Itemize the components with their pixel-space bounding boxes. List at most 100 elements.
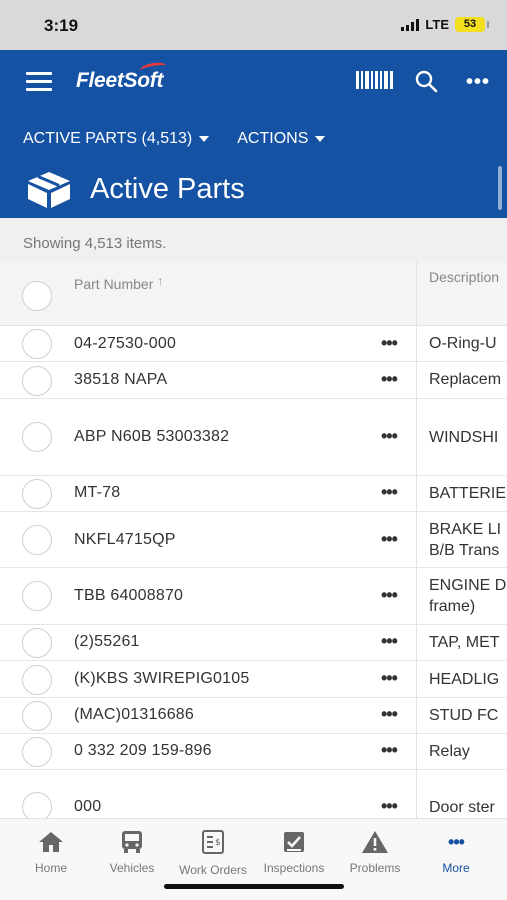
- scrollbar[interactable]: [498, 166, 502, 210]
- page-title: Active Parts: [90, 172, 245, 205]
- table-row[interactable]: ABP N60B 53003382 ••• WINDSHI: [0, 399, 507, 476]
- actions-dropdown-label: ACTIONS: [237, 130, 309, 147]
- nav-home-label: Home: [34, 861, 67, 875]
- row-checkbox[interactable]: [22, 525, 52, 555]
- more-icon[interactable]: •••: [466, 71, 490, 94]
- part-description: ENGINE Dframe): [429, 577, 507, 615]
- part-description: Door ster: [429, 799, 495, 816]
- part-description: STUD FC: [429, 707, 499, 724]
- sort-ascending-icon: ↑: [157, 274, 164, 288]
- column-divider: [416, 698, 417, 733]
- part-description: BRAKE LI B/B Trans: [429, 521, 502, 559]
- part-number: 04-27530-000: [74, 335, 177, 352]
- table-row[interactable]: NKFL4715QP ••• BRAKE LI B/B Trans: [0, 512, 507, 568]
- search-icon[interactable]: [414, 69, 438, 93]
- signal-icon: [401, 18, 420, 31]
- status-time: 3:19: [44, 16, 79, 35]
- nav-vehicles-label: Vehicles: [109, 861, 155, 875]
- row-more-icon[interactable]: •••: [381, 740, 398, 761]
- network-type: LTE: [425, 17, 449, 32]
- inspection-clipboard-icon: [254, 829, 334, 855]
- column-divider: [416, 362, 417, 398]
- bus-icon: [92, 829, 172, 855]
- caret-down-icon: [199, 136, 210, 142]
- part-number: (MAC)01316686: [74, 706, 194, 723]
- home-icon: [11, 829, 91, 855]
- table-row[interactable]: (K)KBS 3WIREPIG0105 ••• HEADLIG: [0, 661, 507, 698]
- row-checkbox[interactable]: [22, 737, 52, 767]
- table-row[interactable]: MT-78 ••• BATTERIE: [0, 476, 507, 512]
- app-header: FleetSoft ••• ACTIVE PARTS (4,513) ACTIO…: [0, 50, 507, 218]
- row-checkbox[interactable]: [22, 665, 52, 695]
- column-divider: [416, 399, 417, 475]
- nav-problems[interactable]: Problems: [335, 829, 415, 875]
- item-count-text: Showing 4,513 items.: [23, 235, 167, 252]
- part-number: MT-78: [74, 484, 121, 501]
- row-more-icon[interactable]: •••: [381, 668, 398, 689]
- fleetsoft-logo: FleetSoft: [76, 60, 167, 93]
- actions-dropdown[interactable]: ACTIONS: [237, 130, 326, 148]
- row-checkbox[interactable]: [22, 329, 52, 359]
- page-title-row: Active Parts: [24, 168, 245, 210]
- hamburger-menu-icon[interactable]: [26, 72, 52, 92]
- column-divider: [416, 476, 417, 511]
- home-indicator[interactable]: [164, 884, 344, 889]
- header-dropdowns: ACTIVE PARTS (4,513) ACTIONS: [23, 130, 326, 148]
- part-description: TAP, MET: [429, 634, 500, 651]
- row-checkbox[interactable]: [22, 701, 52, 731]
- more-icon: •••: [448, 831, 465, 852]
- table-row[interactable]: (2)55261 ••• TAP, MET: [0, 625, 507, 661]
- row-more-icon[interactable]: •••: [381, 585, 398, 606]
- row-more-icon[interactable]: •••: [381, 529, 398, 550]
- status-indicators: LTE 53: [401, 17, 489, 32]
- row-more-icon[interactable]: •••: [381, 369, 398, 390]
- active-parts-dropdown[interactable]: ACTIVE PARTS (4,513): [23, 130, 210, 148]
- row-more-icon[interactable]: •••: [381, 631, 398, 652]
- select-all-checkbox[interactable]: [22, 281, 52, 311]
- table-row[interactable]: 38518 NAPA ••• Replacem: [0, 362, 507, 399]
- row-checkbox[interactable]: [22, 581, 52, 611]
- barcode-icon[interactable]: [356, 71, 393, 89]
- table-header: Part Number ↑ Description: [0, 262, 507, 326]
- column-divider: [416, 661, 417, 697]
- part-number: (K)KBS 3WIREPIG0105: [74, 670, 250, 687]
- row-checkbox[interactable]: [22, 366, 52, 396]
- row-more-icon[interactable]: •••: [381, 482, 398, 503]
- work-order-icon: $: [173, 829, 253, 855]
- row-more-icon[interactable]: •••: [381, 796, 398, 817]
- parts-table: Part Number ↑ Description 04-27530-000 ••…: [0, 262, 507, 830]
- nav-home[interactable]: Home: [11, 829, 91, 875]
- table-row[interactable]: TBB 64008870 ••• ENGINE Dframe): [0, 568, 507, 625]
- part-number-header-label: Part Number: [74, 276, 154, 292]
- nav-more-label: More: [442, 861, 470, 875]
- row-checkbox[interactable]: [22, 479, 52, 509]
- nav-inspections[interactable]: Inspections: [254, 829, 334, 875]
- column-divider: [416, 568, 417, 624]
- row-checkbox[interactable]: [22, 422, 52, 452]
- row-more-icon[interactable]: •••: [381, 333, 398, 354]
- caret-down-icon: [315, 136, 326, 142]
- part-description: O-Ring-U: [429, 335, 497, 352]
- row-checkbox[interactable]: [22, 628, 52, 658]
- description-column-header[interactable]: Description: [429, 269, 507, 285]
- part-number-column-header[interactable]: Part Number ↑: [74, 274, 164, 292]
- nav-inspections-label: Inspections: [263, 861, 325, 875]
- table-row[interactable]: 0 332 209 159-896 ••• Relay: [0, 734, 507, 770]
- part-number: ABP N60B 53003382: [74, 428, 230, 445]
- status-bar: 3:19 LTE 53: [0, 0, 507, 50]
- nav-vehicles[interactable]: Vehicles: [92, 829, 172, 875]
- column-divider: [416, 262, 417, 325]
- row-more-icon[interactable]: •••: [381, 704, 398, 725]
- column-divider: [416, 326, 417, 361]
- nav-more[interactable]: ••• More: [416, 829, 496, 876]
- part-description: WINDSHI: [429, 429, 499, 446]
- row-more-icon[interactable]: •••: [381, 426, 398, 447]
- item-count-bar: Showing 4,513 items.: [0, 218, 507, 262]
- part-description: Relay: [429, 743, 470, 760]
- battery-icon: 53: [455, 17, 489, 32]
- part-number: NKFL4715QP: [74, 531, 176, 548]
- nav-work-orders[interactable]: $ Work Orders: [173, 829, 253, 880]
- table-row[interactable]: 04-27530-000 ••• O-Ring-U: [0, 326, 507, 362]
- table-row[interactable]: (MAC)01316686 ••• STUD FC: [0, 698, 507, 734]
- part-number: 0 332 209 159-896: [74, 742, 212, 759]
